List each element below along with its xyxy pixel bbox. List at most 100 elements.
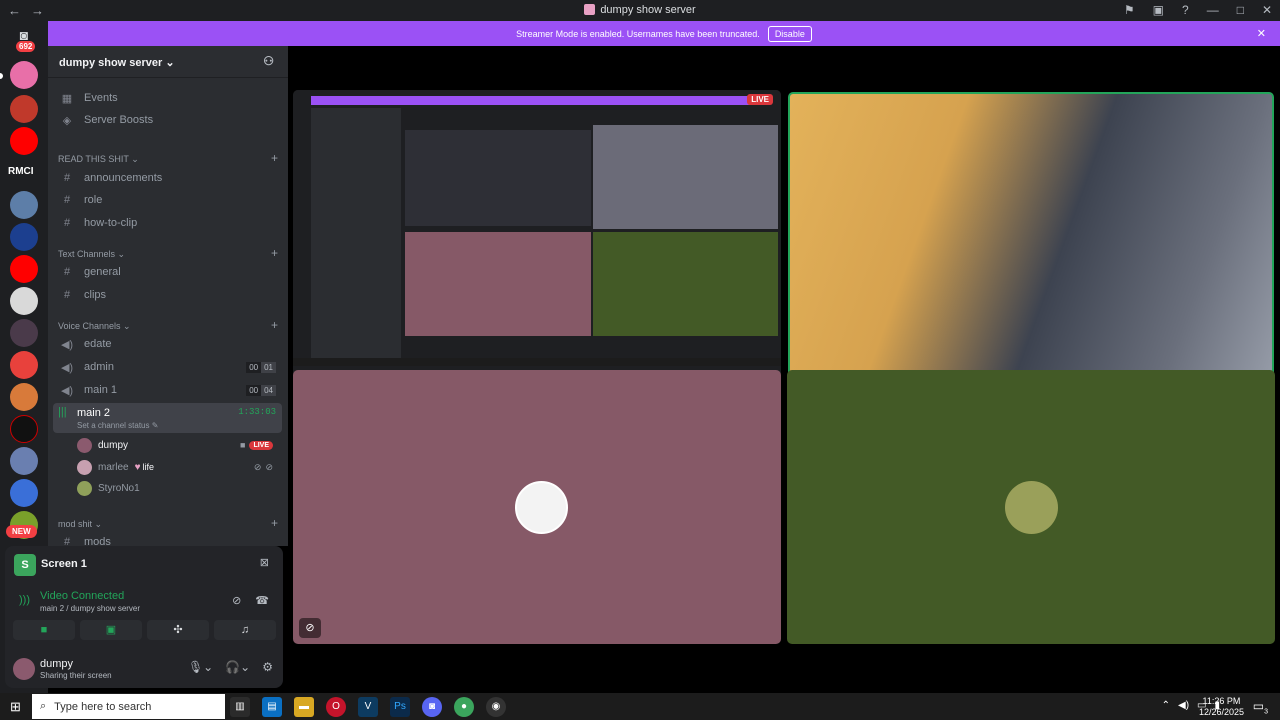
volume-icon[interactable]: ◀) bbox=[1178, 700, 1189, 711]
clock[interactable]: 11:26 PM 12/26/2025 bbox=[1199, 696, 1244, 718]
category-voice-channels[interactable]: Voice Channels ⌄ + bbox=[58, 318, 278, 332]
channel-label: admin bbox=[84, 361, 114, 373]
task-view-icon[interactable]: ▥ bbox=[230, 697, 250, 717]
events-item[interactable]: ▦ Events bbox=[58, 88, 282, 108]
channel-mods[interactable]: # mods bbox=[58, 532, 282, 546]
channel-edate[interactable]: ◀) edate bbox=[58, 334, 282, 354]
server-icon-2[interactable] bbox=[10, 191, 38, 219]
vegas-icon[interactable]: V bbox=[358, 697, 378, 717]
channel-label: main 2 bbox=[77, 407, 111, 419]
file-explorer-icon[interactable]: ▬ bbox=[294, 697, 314, 717]
speaker-icon: ◀) bbox=[60, 384, 74, 397]
help-icon[interactable]: ? bbox=[1182, 3, 1189, 17]
popout-icon[interactable]: ⊘ bbox=[299, 618, 321, 638]
microphone-icon[interactable]: 🎙⌄ bbox=[188, 660, 213, 674]
close-icon[interactable]: ✕ bbox=[1262, 3, 1272, 17]
soundboard-button[interactable]: ♫ bbox=[214, 620, 276, 640]
server-icon-6[interactable] bbox=[10, 383, 38, 411]
server-icon-rfc[interactable] bbox=[10, 95, 38, 123]
server-icon-1[interactable] bbox=[10, 61, 38, 89]
camera-feed bbox=[790, 94, 1272, 408]
channel-main-1[interactable]: ◀) main 1 00 04 bbox=[58, 380, 282, 400]
set-status-link[interactable]: Set a channel status ✎ bbox=[77, 421, 158, 430]
banner-close-icon[interactable]: ✕ bbox=[1257, 27, 1266, 40]
avatar[interactable] bbox=[13, 658, 35, 680]
server-icon-rfc-2[interactable] bbox=[10, 415, 38, 443]
add-channel-icon[interactable]: + bbox=[271, 151, 278, 165]
category-mod[interactable]: mod shit ⌄ + bbox=[58, 516, 278, 530]
server-label-rmci[interactable]: RMCI bbox=[8, 166, 34, 177]
screen-share-tile[interactable]: LIVE bbox=[293, 90, 781, 411]
opera-icon[interactable]: O bbox=[326, 697, 346, 717]
stream-taskbar-preview bbox=[293, 358, 781, 366]
user-count-current: 00 bbox=[246, 384, 262, 396]
app-icon-green[interactable]: ● bbox=[454, 697, 474, 717]
server-icon-youtube-2[interactable] bbox=[10, 255, 38, 283]
chevron-up-icon[interactable]: ⌃ bbox=[1162, 700, 1170, 711]
add-channel-icon[interactable]: + bbox=[271, 246, 278, 260]
server-icon-chart[interactable] bbox=[10, 287, 38, 315]
stream-pink-preview bbox=[405, 232, 591, 336]
channel-role[interactable]: # role bbox=[58, 190, 282, 210]
inbox-icon[interactable]: ▣ bbox=[1153, 3, 1164, 17]
chevron-down-icon: ⌄ bbox=[165, 57, 175, 69]
add-channel-icon[interactable]: + bbox=[271, 516, 278, 530]
channel-main-2[interactable]: ||| main 2 1:33:03 Set a channel status … bbox=[53, 403, 282, 433]
discord-taskbar-icon[interactable]: ◙ bbox=[422, 697, 442, 717]
channel-general[interactable]: # general bbox=[58, 262, 282, 282]
category-read[interactable]: READ THIS SHIT ⌄ + bbox=[58, 151, 278, 165]
server-icon-4[interactable] bbox=[10, 319, 38, 347]
voice-panel: S Screen 1 ⊠ ))) Video Connected main 2 … bbox=[5, 546, 283, 688]
channel-announcements[interactable]: # announcements bbox=[58, 168, 282, 188]
minimize-icon[interactable]: — bbox=[1207, 3, 1219, 17]
taskbar-search[interactable]: ⌕ Type here to search bbox=[32, 694, 225, 719]
notification-icon[interactable]: ▭3 bbox=[1253, 699, 1268, 715]
stop-stream-icon[interactable]: ⊠ bbox=[260, 556, 269, 569]
taskbar: ⊞ ⌕ Type here to search ▥ ▤ ▬ O V Ps ◙ ●… bbox=[0, 693, 1280, 720]
signal-icon[interactable]: ))) bbox=[19, 594, 30, 606]
disable-button[interactable]: Disable bbox=[767, 25, 812, 42]
photoshop-icon[interactable]: Ps bbox=[390, 697, 410, 717]
channel-how-to-clip[interactable]: # how-to-clip bbox=[58, 213, 282, 233]
disconnect-icon[interactable]: ☎ bbox=[255, 594, 269, 607]
server-icon-8[interactable] bbox=[10, 479, 38, 507]
server-icon-5[interactable] bbox=[10, 351, 38, 379]
add-channel-icon[interactable]: + bbox=[271, 318, 278, 332]
hashtag-icon: # bbox=[63, 266, 71, 278]
screen-share-button[interactable]: ▣ bbox=[80, 620, 142, 640]
speaker-icon: ◀) bbox=[60, 338, 74, 351]
server-icon-youtube[interactable] bbox=[10, 127, 38, 155]
voice-user-marlee[interactable]: marlee ♥ life ⊘ ⊘ bbox=[77, 458, 277, 476]
camera-tile[interactable] bbox=[788, 92, 1274, 410]
voice-user-styrono1[interactable]: StyroNo1 bbox=[77, 479, 277, 497]
obs-icon[interactable]: ◉ bbox=[486, 697, 506, 717]
user-name[interactable]: dumpy bbox=[40, 658, 73, 670]
windows-start-icon[interactable]: ⊞ bbox=[10, 699, 21, 715]
store-icon[interactable]: ▤ bbox=[262, 697, 282, 717]
channel-label: general bbox=[84, 266, 121, 278]
stream-nested-preview bbox=[405, 130, 591, 226]
voice-user-dumpy[interactable]: dumpy ■ LIVE bbox=[77, 436, 277, 454]
channel-clips[interactable]: # clips bbox=[58, 285, 282, 305]
call-timer: 1:33:03 bbox=[238, 407, 276, 417]
server-icon-3[interactable] bbox=[10, 223, 38, 251]
noise-suppression-icon[interactable]: ⊘ bbox=[232, 594, 241, 607]
server-boosts-item[interactable]: ◈ Server Boosts bbox=[58, 110, 282, 130]
server-header[interactable]: dumpy show server ⌄ ⚇ bbox=[48, 46, 288, 78]
settings-gear-icon[interactable]: ⚙ bbox=[262, 660, 273, 674]
user-tile-green[interactable] bbox=[787, 370, 1275, 644]
connection-status[interactable]: Video Connected bbox=[40, 590, 124, 602]
category-text-channels[interactable]: Text Channels ⌄ + bbox=[58, 246, 278, 260]
avatar bbox=[77, 437, 92, 453]
flag-icon[interactable]: ⚑ bbox=[1124, 3, 1135, 17]
server-icon-7[interactable] bbox=[10, 447, 38, 475]
headphones-icon[interactable]: 🎧⌄ bbox=[225, 660, 250, 674]
activities-button[interactable]: ✣ bbox=[147, 620, 209, 640]
camera-button[interactable]: ■ bbox=[13, 620, 75, 640]
invite-people-icon[interactable]: ⚇ bbox=[263, 54, 274, 68]
user-tile-pink[interactable]: ⊘ bbox=[293, 370, 781, 644]
hashtag-icon: # bbox=[63, 194, 71, 206]
channel-admin[interactable]: ◀) admin 00 01 bbox=[58, 357, 282, 377]
maximize-icon[interactable]: □ bbox=[1237, 3, 1244, 17]
user-status: Sharing their screen bbox=[40, 671, 112, 680]
